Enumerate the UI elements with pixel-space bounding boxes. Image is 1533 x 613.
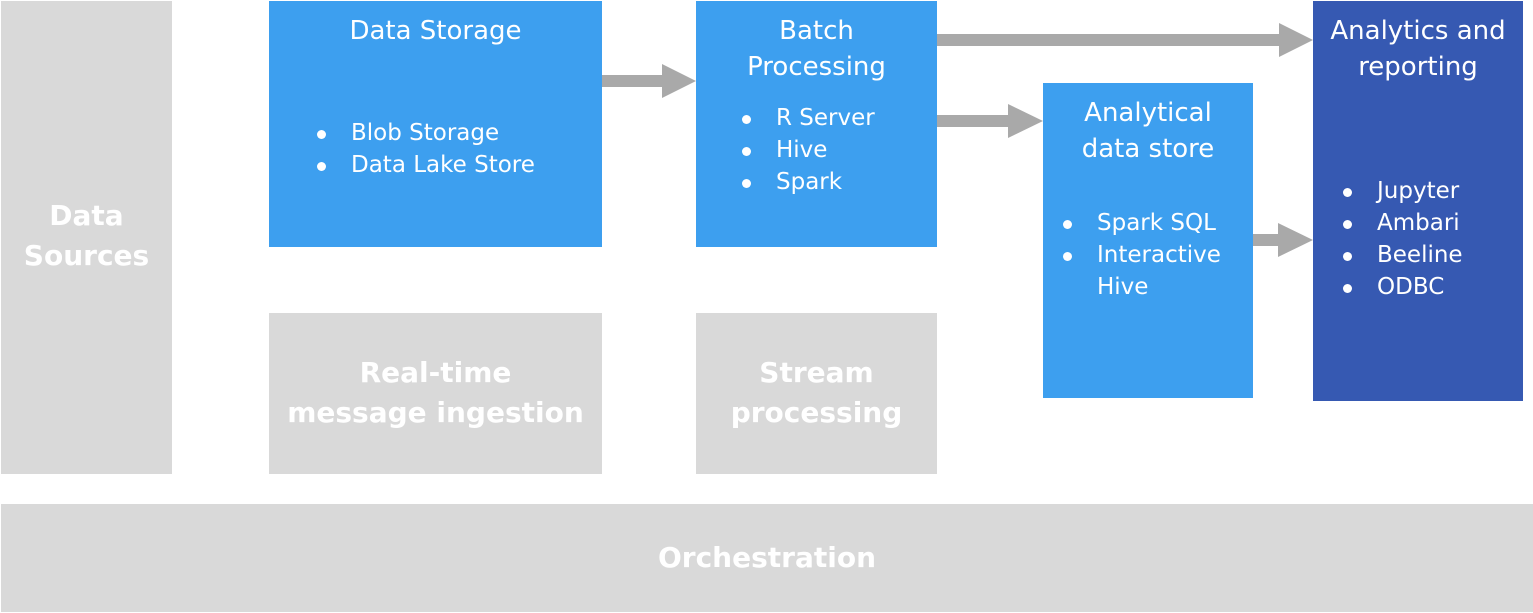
arrow-batch-to-analytical-store xyxy=(937,104,1043,138)
item-list: Jupyter Ambari Beeline ODBC xyxy=(1339,175,1463,303)
node-realtime-ingestion: Real-time message ingestion xyxy=(269,313,602,474)
list-item: Interactive xyxy=(1059,239,1221,271)
node-title: Real-time message ingestion xyxy=(287,356,584,429)
list-item: Data Lake Store xyxy=(313,149,535,181)
list-item: Blob Storage xyxy=(313,117,535,149)
list-item: Ambari xyxy=(1339,207,1463,239)
node-title: Data Storage xyxy=(349,16,522,46)
node-batch-processing: Batch Processing R Server Hive Spark xyxy=(696,1,937,247)
item-list: Blob Storage Data Lake Store xyxy=(313,117,535,181)
item-list: R Server Hive Spark xyxy=(738,102,875,198)
arrow-storage-to-batch xyxy=(602,64,696,98)
node-analytical-data-store: Analytical data store Spark SQL Interact… xyxy=(1043,83,1253,398)
node-stream-processing: Stream processing xyxy=(696,313,937,474)
list-item: Spark xyxy=(738,166,875,198)
item-list: Spark SQL Interactive Hive xyxy=(1059,207,1221,303)
node-title: Data Sources xyxy=(23,199,150,272)
node-data-storage: Data Storage Blob Storage Data Lake Stor… xyxy=(269,1,602,247)
node-orchestration: Orchestration xyxy=(1,504,1533,612)
node-title: Batch Processing xyxy=(747,16,886,82)
list-item-continuation: Hive xyxy=(1097,274,1149,300)
list-item: Beeline xyxy=(1339,239,1463,271)
node-title: Analytical data store xyxy=(1081,98,1215,164)
list-item: ODBC xyxy=(1339,271,1463,303)
node-analytics-reporting: Analytics and reporting Jupyter Ambari B… xyxy=(1313,1,1523,401)
arrow-batch-to-reporting xyxy=(937,23,1313,57)
node-title: Stream processing xyxy=(730,356,903,429)
list-item: Hive xyxy=(738,134,875,166)
list-item: R Server xyxy=(738,102,875,134)
list-item: Spark SQL xyxy=(1059,207,1221,239)
arrow-analytical-store-to-reporting xyxy=(1253,223,1313,257)
list-item: Jupyter xyxy=(1339,175,1463,207)
node-title: Orchestration xyxy=(657,541,877,574)
node-data-sources: Data Sources xyxy=(1,1,172,474)
node-title: Analytics and reporting xyxy=(1330,16,1506,82)
